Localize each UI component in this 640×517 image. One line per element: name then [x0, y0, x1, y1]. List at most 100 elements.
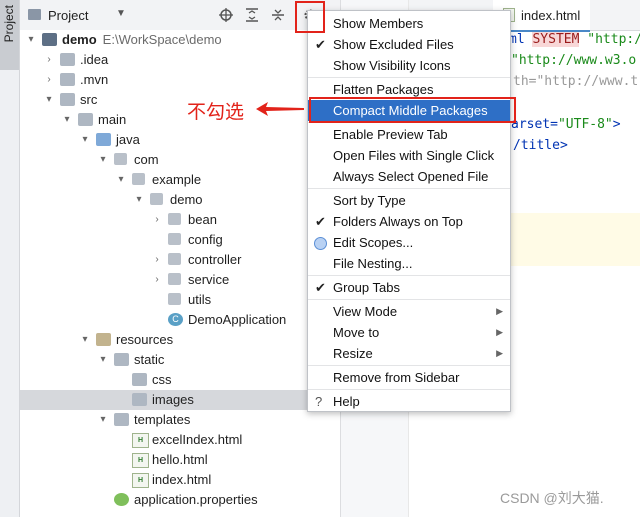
- package-icon: [150, 193, 163, 205]
- menu-item-label: Always Select Opened File: [333, 169, 489, 184]
- tree-item-text: index.html: [152, 472, 212, 487]
- tree-item[interactable]: ▾ static: [20, 350, 340, 370]
- checkmark-icon: ✔: [315, 214, 326, 229]
- tree-item-label: service: [188, 270, 229, 290]
- menu-item-show-excluded-files[interactable]: ✔ Show Excluded Files: [308, 34, 510, 55]
- project-panel-icon: [28, 9, 41, 20]
- tree-item[interactable]: › bean: [20, 210, 340, 230]
- package-icon: [168, 273, 181, 285]
- chevron-down-icon[interactable]: ▾: [98, 150, 108, 170]
- menu-separator: [308, 389, 510, 390]
- tree-item-text: bean: [188, 212, 217, 227]
- menu-item-label: Resize: [333, 346, 373, 361]
- chevron-down-icon[interactable]: ▾: [134, 190, 144, 210]
- folder-icon: [60, 73, 75, 86]
- menu-item-always-select-opened-file[interactable]: Always Select Opened File: [308, 166, 510, 187]
- menu-item-sort-by-type[interactable]: Sort by Type: [308, 190, 510, 211]
- tool-window-strip: Project: [0, 0, 20, 517]
- tree-item[interactable]: ▾ demo: [20, 190, 340, 210]
- tree-item-label: bean: [188, 210, 217, 230]
- chevron-down-icon[interactable]: ▼: [116, 8, 126, 19]
- tree-item[interactable]: Hhello.html: [20, 450, 340, 470]
- project-tool-tab[interactable]: Project: [0, 0, 19, 70]
- menu-item-label: View Mode: [333, 304, 398, 319]
- menu-item-view-mode[interactable]: View Mode ▶: [308, 301, 510, 322]
- menu-item-show-visibility-icons[interactable]: Show Visibility Icons: [308, 55, 510, 76]
- tree-item-text: service: [188, 272, 230, 287]
- submenu-arrow-icon: ▶: [496, 327, 503, 337]
- tree-item-label: demo E:\WorkSpace\demo: [62, 30, 222, 50]
- tree-item-text: java: [116, 132, 140, 147]
- chevron-right-icon[interactable]: ›: [44, 50, 54, 70]
- code-line-4: arset="UTF-8">: [511, 117, 621, 132]
- tree-item-text: demo: [62, 32, 97, 47]
- menu-item-enable-preview-tab[interactable]: Enable Preview Tab: [308, 124, 510, 145]
- tree-item[interactable]: C DemoApplication: [20, 310, 340, 330]
- folder-icon: [60, 93, 75, 106]
- package-icon: [168, 253, 181, 265]
- tree-item-label: com: [134, 150, 159, 170]
- tree-item-label: DemoApplication: [188, 310, 286, 330]
- tree-item[interactable]: › .mvn: [20, 70, 340, 90]
- chevron-right-icon[interactable]: ›: [44, 70, 54, 90]
- tree-item-text: .idea: [80, 52, 109, 67]
- menu-item-resize[interactable]: Resize ▶: [308, 343, 510, 364]
- menu-separator: [308, 188, 510, 189]
- chevron-right-icon[interactable]: ›: [152, 210, 162, 230]
- chevron-right-icon[interactable]: ›: [152, 250, 162, 270]
- tree-item[interactable]: ▾ templates: [20, 410, 340, 430]
- tree-item-text: src: [80, 92, 98, 107]
- tree-item[interactable]: config: [20, 230, 340, 250]
- menu-item-help[interactable]: ? Help: [308, 391, 510, 412]
- expand-all-icon[interactable]: [244, 7, 260, 23]
- tree-item[interactable]: application.properties: [20, 490, 340, 510]
- project-panel-title[interactable]: Project: [48, 8, 88, 23]
- menu-item-label: Group Tabs: [333, 280, 400, 295]
- menu-item-edit-scopes[interactable]: Edit Scopes...: [308, 232, 510, 253]
- chevron-right-icon[interactable]: ›: [152, 270, 162, 290]
- tree-item[interactable]: css: [20, 370, 340, 390]
- chevron-down-icon[interactable]: ▾: [80, 330, 90, 350]
- tree-item-text: DemoApplication: [188, 312, 287, 327]
- tree-item-label: demo: [170, 190, 203, 210]
- tree-item[interactable]: › .idea: [20, 50, 340, 70]
- folder-icon: [114, 353, 129, 366]
- menu-item-file-nesting[interactable]: File Nesting...: [308, 253, 510, 274]
- chevron-down-icon[interactable]: ▾: [80, 130, 90, 150]
- tree-item[interactable]: Hindex.html: [20, 470, 340, 490]
- chevron-down-icon[interactable]: ▾: [26, 30, 36, 50]
- tree-item[interactable]: images: [20, 390, 340, 410]
- menu-item-group-tabs[interactable]: ✔ Group Tabs: [308, 277, 510, 298]
- tree-item[interactable]: utils: [20, 290, 340, 310]
- collapse-all-icon[interactable]: [270, 7, 286, 23]
- tree-item-label: src: [80, 90, 97, 110]
- chevron-down-icon[interactable]: ▾: [98, 350, 108, 370]
- menu-item-move-to[interactable]: Move to ▶: [308, 322, 510, 343]
- scope-icon: [314, 237, 327, 250]
- crosshair-icon[interactable]: [218, 7, 234, 23]
- tree-item-label: .mvn: [80, 70, 108, 90]
- menu-item-folders-always-on-top[interactable]: ✔ Folders Always on Top: [308, 211, 510, 232]
- menu-item-show-members[interactable]: Show Members: [308, 13, 510, 34]
- menu-item-label: Remove from Sidebar: [333, 370, 460, 385]
- tree-item-text: .mvn: [80, 72, 109, 87]
- tree-item[interactable]: HexcelIndex.html: [20, 430, 340, 450]
- tree-item[interactable]: › service: [20, 270, 340, 290]
- menu-item-remove-from-sidebar[interactable]: Remove from Sidebar: [308, 367, 510, 388]
- chevron-down-icon[interactable]: ▾: [62, 110, 72, 130]
- tree-item[interactable]: ▾ java: [20, 130, 340, 150]
- menu-item-label: Show Members: [333, 16, 424, 31]
- project-panel-header: Project ▼: [20, 0, 340, 31]
- tree-item[interactable]: ▾ resources: [20, 330, 340, 350]
- chevron-down-icon[interactable]: ▾: [116, 170, 126, 190]
- tree-item[interactable]: › controller: [20, 250, 340, 270]
- tree-item-label: config: [188, 230, 223, 250]
- chevron-down-icon[interactable]: ▾: [98, 410, 108, 430]
- menu-item-open-files-with-single-click[interactable]: Open Files with Single Click: [308, 145, 510, 166]
- chevron-down-icon[interactable]: ▾: [44, 90, 54, 110]
- package-icon: [114, 153, 127, 165]
- tree-item[interactable]: ▾ demo E:\WorkSpace\demo: [20, 30, 340, 50]
- tree-item[interactable]: ▾ example: [20, 170, 340, 190]
- tree-item[interactable]: ▾ com: [20, 150, 340, 170]
- watermark: CSDN @刘大猫.: [500, 490, 604, 506]
